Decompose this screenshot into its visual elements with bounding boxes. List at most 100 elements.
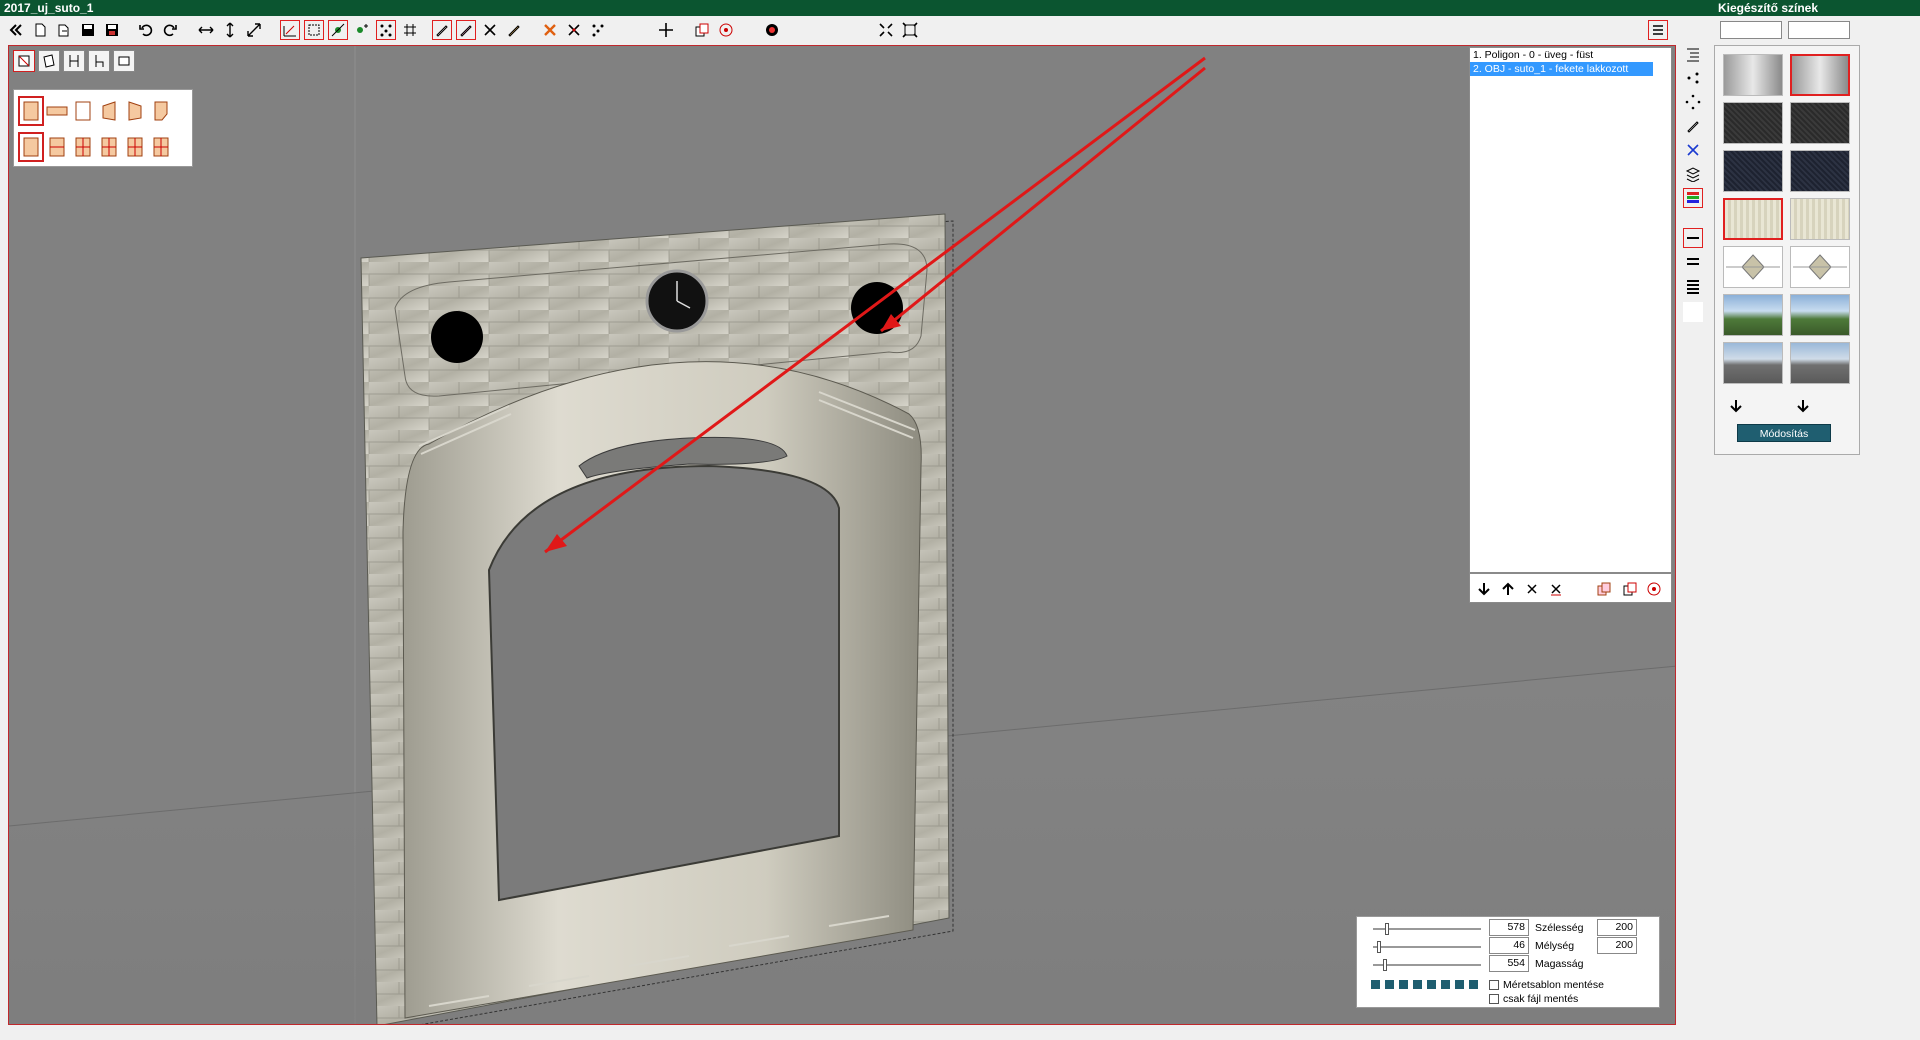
color-bars-icon[interactable]: [1683, 188, 1703, 208]
undo-icon[interactable]: [136, 20, 156, 40]
open-file-icon[interactable]: [54, 20, 74, 40]
width-slider-thumb[interactable]: [1385, 923, 1389, 935]
width-slider[interactable]: [1373, 923, 1481, 935]
depth-input-2[interactable]: 200: [1597, 937, 1637, 954]
cut-path-icon[interactable]: [480, 20, 500, 40]
resize-horizontal-icon[interactable]: [196, 20, 216, 40]
pen-selected-icon[interactable]: [456, 20, 476, 40]
swatch-metal-2[interactable]: [1790, 54, 1850, 96]
3d-viewport[interactable]: [8, 45, 1676, 1025]
panel-skew-left-icon[interactable]: [96, 96, 122, 126]
resize-diagonal-icon[interactable]: [244, 20, 264, 40]
remove-all-icon[interactable]: [1546, 579, 1566, 599]
remove-icon[interactable]: [1522, 579, 1542, 599]
new-file-icon[interactable]: [30, 20, 50, 40]
panel-full-icon[interactable]: [18, 132, 44, 162]
locate-icon[interactable]: [1644, 579, 1664, 599]
save-icon[interactable]: [78, 20, 98, 40]
split-cross-3-icon[interactable]: [148, 132, 174, 162]
copy-object-icon[interactable]: [1620, 579, 1640, 599]
width-input[interactable]: 578: [1489, 919, 1529, 936]
depth-slider-thumb[interactable]: [1377, 941, 1381, 953]
object-list[interactable]: 1. Poligon - 0 - üveg - füst 2. OBJ - su…: [1469, 47, 1672, 573]
delete-points-icon[interactable]: [564, 20, 584, 40]
chair-icon[interactable]: [63, 50, 85, 72]
view-mode-1-icon[interactable]: [13, 50, 35, 72]
blank-swatch-icon[interactable]: [1683, 302, 1703, 322]
points-icon[interactable]: [376, 20, 396, 40]
template-slot[interactable]: [1385, 980, 1394, 989]
swatch-lamp-1[interactable]: [1723, 246, 1783, 288]
delete-icon[interactable]: [540, 20, 560, 40]
cut-blue-icon[interactable]: [1683, 140, 1703, 160]
template-slot[interactable]: [1455, 980, 1464, 989]
pencil-icon[interactable]: [504, 20, 524, 40]
target-icon[interactable]: [716, 20, 736, 40]
move-down-icon[interactable]: [1474, 579, 1494, 599]
duplicate-icon[interactable]: [1594, 579, 1614, 599]
measure-icon[interactable]: [280, 20, 300, 40]
chair-side-icon[interactable]: [88, 50, 110, 72]
swatch-lamp-2[interactable]: [1790, 246, 1850, 288]
split-vertical-icon[interactable]: [44, 132, 70, 162]
split-cross-icon[interactable]: [96, 132, 122, 162]
object-item[interactable]: 1. Poligon - 0 - üveg - füst: [1470, 48, 1671, 62]
swatch-linen-2[interactable]: [1790, 198, 1850, 240]
line-thick-icon[interactable]: [1683, 276, 1703, 296]
swatch-linen-1[interactable]: [1723, 198, 1783, 240]
template-slot[interactable]: [1469, 980, 1478, 989]
add-point-alt-icon[interactable]: [352, 20, 372, 40]
color-field-2[interactable]: [1788, 21, 1850, 39]
split-horizontal-icon[interactable]: [70, 132, 96, 162]
width-input-2[interactable]: 200: [1597, 919, 1637, 936]
scroll-icon[interactable]: [113, 50, 135, 72]
move-up-icon[interactable]: [1498, 579, 1518, 599]
zoom-fit-icon[interactable]: [876, 20, 896, 40]
template-slot[interactable]: [1371, 980, 1380, 989]
view-mode-2-icon[interactable]: [38, 50, 60, 72]
grid-snap-icon[interactable]: [400, 20, 420, 40]
zoom-extents-icon[interactable]: [900, 20, 920, 40]
swatch-navy-fabric-2[interactable]: [1790, 150, 1850, 192]
menu-icon[interactable]: [1648, 20, 1668, 40]
edit-pen-icon[interactable]: [1683, 116, 1703, 136]
crosshair-icon[interactable]: [656, 20, 676, 40]
vertices-icon[interactable]: [1683, 68, 1703, 88]
pen-icon[interactable]: [432, 20, 452, 40]
select-frame-icon[interactable]: [304, 20, 324, 40]
save-as-icon[interactable]: [102, 20, 122, 40]
list-tree-icon[interactable]: [1683, 44, 1703, 64]
file-only-checkbox[interactable]: [1489, 994, 1499, 1004]
swatch-metal-1[interactable]: [1723, 54, 1783, 96]
template-slot[interactable]: [1441, 980, 1450, 989]
scatter-points-icon[interactable]: [588, 20, 608, 40]
height-slider[interactable]: [1373, 959, 1481, 971]
height-input[interactable]: 554: [1489, 955, 1529, 972]
add-point-icon[interactable]: [328, 20, 348, 40]
color-field-1[interactable]: [1720, 21, 1782, 39]
resize-vertical-icon[interactable]: [220, 20, 240, 40]
panel-flat-icon[interactable]: [44, 96, 70, 126]
arrow-down-icon-left[interactable]: [1726, 396, 1746, 416]
swatch-city-2[interactable]: [1790, 342, 1850, 384]
layers-icon[interactable]: [1683, 164, 1703, 184]
template-slot[interactable]: [1427, 980, 1436, 989]
height-slider-thumb[interactable]: [1383, 959, 1387, 971]
template-slot[interactable]: [1413, 980, 1422, 989]
swatch-navy-fabric-1[interactable]: [1723, 150, 1783, 192]
line-medium-icon[interactable]: [1683, 252, 1703, 272]
save-template-checkbox[interactable]: [1489, 980, 1499, 990]
line-thin-icon[interactable]: [1683, 228, 1703, 248]
modify-button[interactable]: Módosítás: [1737, 424, 1831, 442]
split-cross-2-icon[interactable]: [122, 132, 148, 162]
swatch-black-fabric-2[interactable]: [1790, 102, 1850, 144]
swatch-black-fabric-1[interactable]: [1723, 102, 1783, 144]
panel-outline-icon[interactable]: [70, 96, 96, 126]
arrow-down-icon-right[interactable]: [1793, 396, 1813, 416]
swatch-landscape-2[interactable]: [1790, 294, 1850, 336]
swatch-landscape-1[interactable]: [1723, 294, 1783, 336]
copy-icon[interactable]: [692, 20, 712, 40]
bounds-icon[interactable]: [1683, 92, 1703, 112]
panel-front-icon[interactable]: [18, 96, 44, 126]
depth-slider[interactable]: [1373, 941, 1481, 953]
